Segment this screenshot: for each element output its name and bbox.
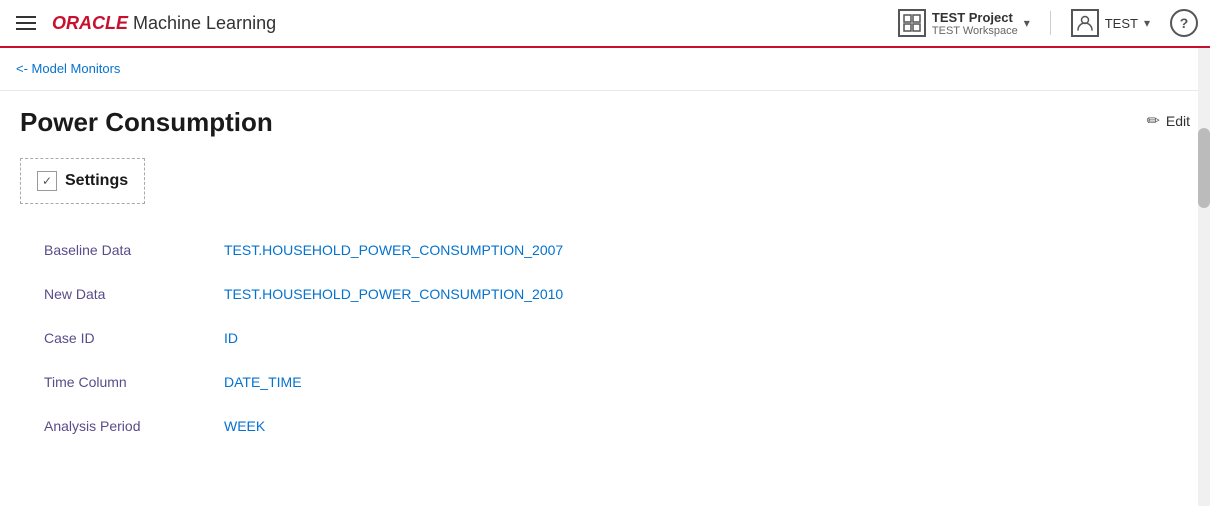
page-header: Power Consumption ✏ Edit xyxy=(20,107,1190,138)
app-header: ORACLE Machine Learning TEST Project TES… xyxy=(0,0,1210,48)
settings-section: ✓ Settings xyxy=(20,158,145,204)
edit-button[interactable]: ✏ Edit xyxy=(1146,111,1190,131)
analysis-period-label: Analysis Period xyxy=(24,418,224,434)
user-avatar-icon xyxy=(1071,9,1099,37)
edit-icon: ✏ xyxy=(1146,111,1159,131)
table-row: Time Column DATE_TIME xyxy=(24,360,1190,404)
case-id-label: Case ID xyxy=(24,330,224,346)
app-title-ml: Machine Learning xyxy=(128,13,276,33)
settings-data-table: Baseline Data TEST.HOUSEHOLD_POWER_CONSU… xyxy=(24,228,1190,448)
new-data-label: New Data xyxy=(24,286,224,302)
project-info: TEST Project TEST Workspace xyxy=(932,10,1018,37)
header-right: TEST Project TEST Workspace ▾ TEST ▾ ? xyxy=(890,5,1198,41)
table-row: Baseline Data TEST.HOUSEHOLD_POWER_CONSU… xyxy=(24,228,1190,272)
project-name: TEST Project xyxy=(932,10,1018,25)
user-section[interactable]: TEST ▾ xyxy=(1063,5,1158,41)
table-row: New Data TEST.HOUSEHOLD_POWER_CONSUMPTIO… xyxy=(24,272,1190,316)
settings-label: Settings xyxy=(65,172,128,190)
settings-toggle-icon: ✓ xyxy=(42,174,52,188)
back-link[interactable]: <- Model Monitors xyxy=(16,61,120,76)
table-row: Case ID ID xyxy=(24,316,1190,360)
menu-toggle-button[interactable] xyxy=(12,12,40,34)
user-label: TEST xyxy=(1105,16,1138,31)
project-chevron-icon: ▾ xyxy=(1024,16,1030,30)
baseline-data-label: Baseline Data xyxy=(24,242,224,258)
user-chevron-icon: ▾ xyxy=(1144,16,1150,30)
main-content: Power Consumption ✏ Edit ✓ Settings Base… xyxy=(0,91,1210,464)
analysis-period-value: WEEK xyxy=(224,418,265,434)
time-column-value: DATE_TIME xyxy=(224,374,302,390)
page-title: Power Consumption xyxy=(20,107,273,138)
new-data-value: TEST.HOUSEHOLD_POWER_CONSUMPTION_2010 xyxy=(224,286,563,302)
project-selector[interactable]: TEST Project TEST Workspace ▾ xyxy=(890,5,1038,41)
case-id-value: ID xyxy=(224,330,238,346)
app-title-oracle: ORACLE xyxy=(52,13,128,33)
header-divider xyxy=(1050,11,1051,35)
breadcrumb: <- Model Monitors xyxy=(0,48,1210,91)
help-button[interactable]: ? xyxy=(1170,9,1198,37)
app-title: ORACLE Machine Learning xyxy=(52,13,276,34)
settings-toggle-button[interactable]: ✓ xyxy=(37,171,57,191)
project-icon xyxy=(898,9,926,37)
workspace-name: TEST Workspace xyxy=(932,25,1018,37)
header-left: ORACLE Machine Learning xyxy=(12,12,890,34)
edit-label: Edit xyxy=(1166,113,1190,129)
baseline-data-value: TEST.HOUSEHOLD_POWER_CONSUMPTION_2007 xyxy=(224,242,563,258)
table-row: Analysis Period WEEK xyxy=(24,404,1190,448)
time-column-label: Time Column xyxy=(24,374,224,390)
